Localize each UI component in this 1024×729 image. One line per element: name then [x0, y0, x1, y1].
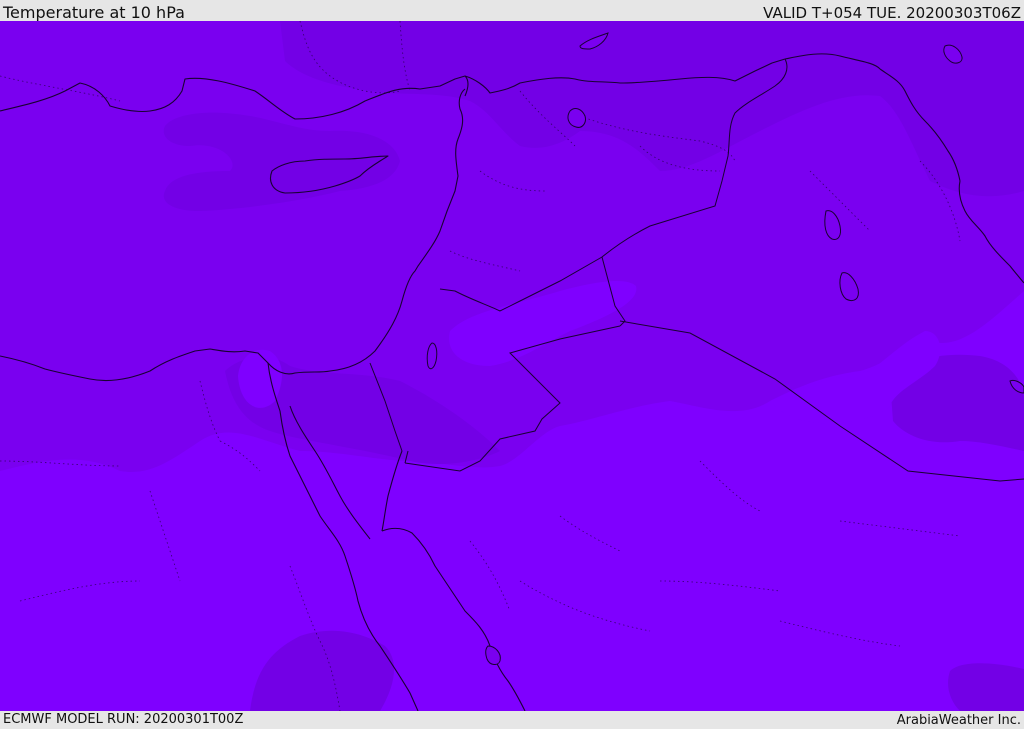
header-bar: Temperature at 10 hPa VALID T+054 TUE. 2…	[0, 0, 1024, 22]
map-title: Temperature at 10 hPa	[3, 3, 185, 22]
credit-label: ArabiaWeather Inc.	[896, 713, 1021, 728]
model-run: ECMWF MODEL RUN: 20200301T00Z	[3, 712, 244, 727]
map-canvas	[0, 21, 1024, 711]
footer-bar: ECMWF MODEL RUN: 20200301T00Z ArabiaWeat…	[0, 711, 1024, 729]
temperature-map[interactable]	[0, 21, 1024, 711]
field-cold-southeast	[948, 663, 1024, 711]
valid-time: VALID T+054 TUE. 20200303T06Z	[763, 4, 1021, 22]
